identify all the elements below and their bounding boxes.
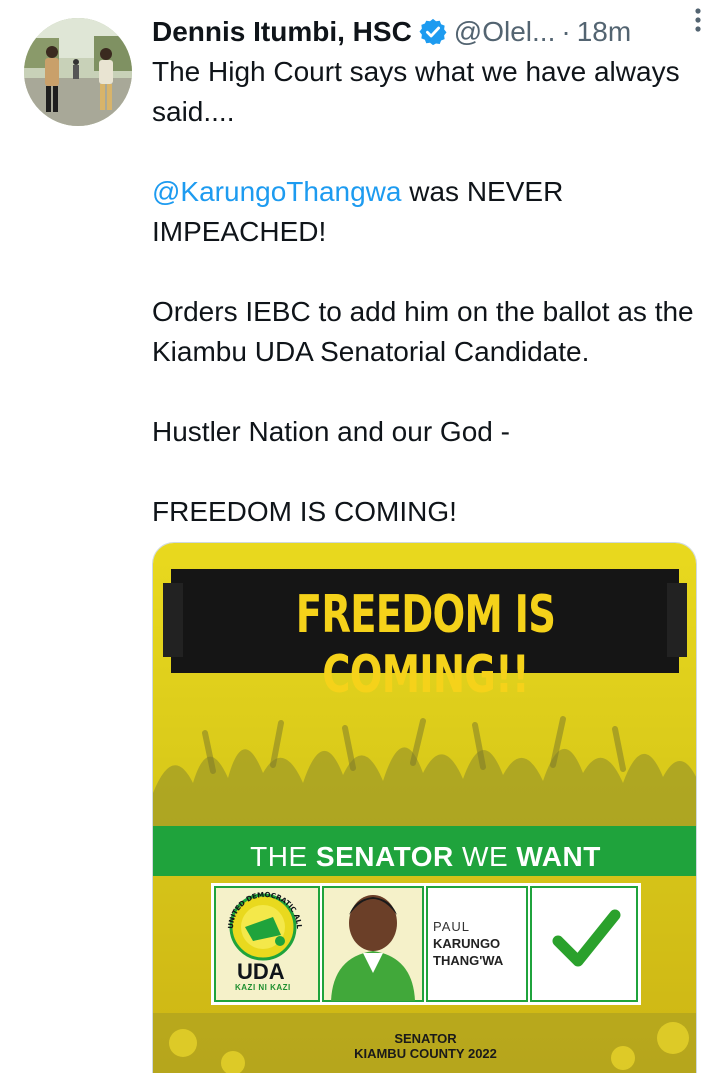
tweet-timestamp[interactable]: 18m — [577, 16, 631, 48]
campaign-poster — [153, 543, 696, 1073]
mention-link[interactable]: @KarungoThangwa — [152, 176, 401, 207]
tweet[interactable]: Dennis Itumbi, HSC @Olel... · 18m The Hi… — [0, 0, 720, 1073]
tweet-paragraph-4: Hustler Nation and our God - — [152, 416, 510, 447]
tweet-header: Dennis Itumbi, HSC @Olel... · 18m — [152, 12, 702, 52]
tweet-text: The High Court says what we have always … — [152, 52, 702, 572]
tweet-paragraph-2: @KarungoThangwa was NEVER IMPEACHED! — [152, 172, 702, 252]
author-name[interactable]: Dennis Itumbi, HSC — [152, 16, 412, 48]
tweet-media-image[interactable]: FREEDOM IS COMING!! THE SENATOR WE WANT … — [152, 542, 697, 1073]
more-options-icon[interactable] — [694, 6, 702, 34]
tweet-paragraph-5: FREEDOM IS COMING! — [152, 496, 457, 527]
author-handle[interactable]: @Olel... — [454, 16, 556, 48]
verified-badge-icon — [418, 17, 448, 47]
tweet-paragraph-3: Orders IEBC to add him on the ballot as … — [152, 296, 694, 367]
header-separator: · — [561, 16, 571, 47]
author-avatar[interactable] — [24, 18, 132, 126]
tweet-paragraph-1: The High Court says what we have always … — [152, 56, 680, 127]
